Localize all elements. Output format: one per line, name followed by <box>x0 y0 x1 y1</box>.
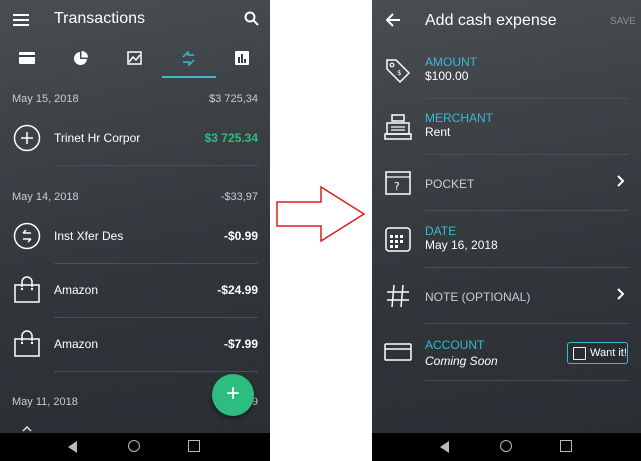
date-label: May 14, 2018 <box>12 191 79 203</box>
checkbox-icon <box>573 347 586 360</box>
credit-card-icon <box>384 343 412 361</box>
home-icon[interactable] <box>500 440 512 452</box>
app-bar: Transactions <box>0 0 270 42</box>
shopping-bag-icon <box>14 276 40 303</box>
pocket-field[interactable]: ? POCKET <box>372 155 641 211</box>
hash-icon <box>387 284 409 308</box>
tab-transactions[interactable] <box>162 42 216 78</box>
pocket-box-icon: ? <box>385 171 411 195</box>
merchant-field[interactable]: MERCHANT Rent <box>372 99 641 155</box>
merchant-name: Amazon <box>54 337 99 351</box>
svg-text:$: $ <box>397 69 401 77</box>
image-chart-icon <box>127 51 142 65</box>
want-it-label: Want it! <box>590 347 627 359</box>
tab-spending[interactable] <box>54 42 108 78</box>
merchant-name: Amazon <box>54 283 99 297</box>
transaction-row[interactable]: Inst Xfer Des -$0.99 <box>0 209 270 263</box>
cash-register-icon <box>384 114 412 140</box>
right-arrow-icon <box>276 185 366 243</box>
note-field[interactable]: NOTE (OPTIONAL) <box>372 268 641 324</box>
system-nav-bar <box>0 433 270 461</box>
merchant-name: Trinet Hr Corpor <box>54 131 141 145</box>
divider <box>54 371 258 372</box>
date-header: May 14, 2018 -$33,97 <box>12 191 258 203</box>
page-title: Add cash expense <box>425 12 557 29</box>
plus-circle-icon <box>13 124 41 152</box>
app-bar: Add cash expense SAVE <box>372 0 641 42</box>
svg-text:?: ? <box>394 180 400 193</box>
pocket-label: POCKET <box>425 177 475 191</box>
amount-value: $100.00 <box>425 69 469 83</box>
price-tag-icon: $ <box>386 59 411 84</box>
divider <box>54 165 258 166</box>
chevron-up-icon[interactable] <box>22 426 32 432</box>
chevron-right-icon <box>617 288 625 300</box>
tab-bar <box>0 42 270 78</box>
add-cash-expense-screen: Add cash expense SAVE $ AMOUNT $100.00 M… <box>372 0 641 461</box>
merchant-label: MERCHANT <box>425 111 493 125</box>
amount: -$24.99 <box>217 283 258 297</box>
page-title: Transactions <box>54 10 145 27</box>
amount-field[interactable]: $ AMOUNT $100.00 <box>372 43 641 99</box>
date-total: -$33,97 <box>220 191 258 203</box>
transaction-row[interactable]: Amazon -$24.99 <box>0 263 270 317</box>
pie-chart-icon <box>74 51 88 65</box>
back-icon[interactable] <box>68 441 77 453</box>
amount-label: AMOUNT <box>425 55 477 69</box>
search-icon[interactable] <box>244 11 259 26</box>
note-label: NOTE (OPTIONAL) <box>425 290 531 304</box>
date-value: May 16, 2018 <box>425 238 498 252</box>
want-it-checkbox[interactable]: Want it! <box>567 342 628 364</box>
transaction-row[interactable]: Trinet Hr Corpor $3 725.34 <box>0 111 270 165</box>
account-label: ACCOUNT <box>425 338 485 352</box>
calendar-icon <box>385 227 411 252</box>
date-header: May 15, 2018 $3 725,34 <box>12 93 258 105</box>
merchant-value: Rent <box>425 125 451 139</box>
transfer-circle-icon <box>13 222 41 250</box>
transactions-screen: Transactions May 15, 2018 $3 725,34 Trin… <box>0 0 270 461</box>
card-icon <box>19 52 35 64</box>
back-arrow-icon[interactable] <box>386 13 400 27</box>
transaction-row[interactable]: Amazon -$7.99 <box>0 317 270 371</box>
amount: -$0.99 <box>223 229 258 243</box>
bar-chart-icon <box>235 51 249 65</box>
date-label: May 15, 2018 <box>12 93 79 105</box>
back-icon[interactable] <box>440 441 449 453</box>
shopping-bag-icon <box>14 330 40 357</box>
merchant-name: Inst Xfer Des <box>54 229 124 243</box>
tab-trends[interactable] <box>108 42 162 78</box>
add-transaction-button[interactable]: + <box>212 374 254 416</box>
account-value: Coming Soon <box>425 354 498 368</box>
system-nav-bar <box>372 433 641 461</box>
divider <box>425 380 629 381</box>
tab-reports[interactable] <box>216 42 270 78</box>
recents-icon[interactable] <box>188 440 200 452</box>
date-label: May 11, 2018 <box>12 396 78 408</box>
home-icon[interactable] <box>128 440 140 452</box>
transfer-icon <box>182 51 195 66</box>
date-label: DATE <box>425 224 457 238</box>
save-button[interactable]: SAVE <box>610 16 636 27</box>
chevron-right-icon <box>617 175 625 187</box>
date-field[interactable]: DATE May 16, 2018 <box>372 211 641 267</box>
menu-icon[interactable] <box>13 13 29 27</box>
amount: -$7.99 <box>223 337 258 351</box>
tab-cards[interactable] <box>0 42 54 78</box>
amount: $3 725.34 <box>204 131 258 145</box>
recents-icon[interactable] <box>560 440 572 452</box>
date-total: $3 725,34 <box>209 93 258 105</box>
